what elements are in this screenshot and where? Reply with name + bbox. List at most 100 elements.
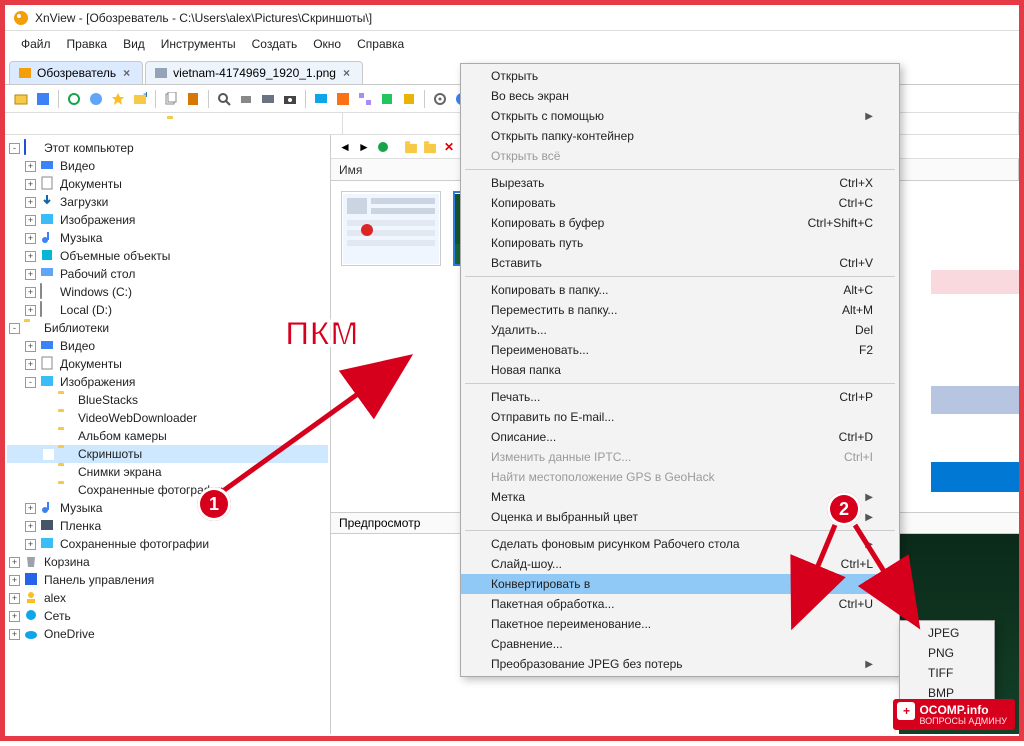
context-menu-item[interactable]: КопироватьCtrl+C <box>461 193 899 213</box>
toolbar-convert-icon[interactable] <box>333 89 353 109</box>
tab-close-icon[interactable]: × <box>341 66 352 80</box>
context-menu-item[interactable]: Описание...Ctrl+D <box>461 427 899 447</box>
tree-expand-icon[interactable]: + <box>25 305 36 316</box>
tree-item[interactable]: +Документы <box>7 355 328 373</box>
menu-справка[interactable]: Справка <box>351 35 410 53</box>
submenu-item-png[interactable]: PNG <box>900 643 994 663</box>
menu-вид[interactable]: Вид <box>117 35 151 53</box>
menu-окно[interactable]: Окно <box>307 35 347 53</box>
tree-item[interactable]: -Изображения <box>7 373 328 391</box>
toolbar-camera-icon[interactable] <box>280 89 300 109</box>
context-menu-item[interactable]: Печать...Ctrl+P <box>461 387 899 407</box>
nav-back-icon[interactable]: ◄ <box>337 139 353 155</box>
submenu-item-jpeg[interactable]: JPEG <box>900 623 994 643</box>
context-menu-item[interactable]: Открыть с помощью▶ <box>461 106 899 126</box>
toolbar-misc-icon[interactable] <box>377 89 397 109</box>
tree-item[interactable]: +Видео <box>7 337 328 355</box>
tree-item[interactable]: Скриншоты <box>7 445 328 463</box>
tab-close-icon[interactable]: × <box>121 66 132 80</box>
tree-item[interactable]: Альбом камеры <box>7 427 328 445</box>
toolbar-add-icon[interactable]: + <box>130 89 150 109</box>
tree-item[interactable]: BlueStacks <box>7 391 328 409</box>
context-menu-item[interactable]: Во весь экран <box>461 86 899 106</box>
tree-expand-icon[interactable]: + <box>25 521 36 532</box>
toolbar-save-icon[interactable] <box>33 89 53 109</box>
tree-expand-icon[interactable]: + <box>25 215 36 226</box>
tree-item[interactable]: +Музыка <box>7 229 328 247</box>
tree-expand-icon[interactable]: + <box>25 503 36 514</box>
context-menu-item[interactable]: Открыть папку-контейнер <box>461 126 899 146</box>
tree-item[interactable]: +Local (D:) <box>7 301 328 319</box>
tree-item[interactable]: -Библиотеки <box>7 319 328 337</box>
tab[interactable]: Обозреватель× <box>9 61 143 84</box>
submenu-item-tiff[interactable]: TIFF <box>900 663 994 683</box>
tree-item[interactable]: +alex <box>7 589 328 607</box>
context-menu-item[interactable]: Копировать в буферCtrl+Shift+C <box>461 213 899 233</box>
context-menu-item[interactable]: Преобразование JPEG без потерь▶ <box>461 654 899 674</box>
toolbar-open-icon[interactable] <box>11 89 31 109</box>
toolbar-batch-icon[interactable] <box>355 89 375 109</box>
nav-up-icon[interactable] <box>375 139 391 155</box>
context-menu-item[interactable]: Новая папка <box>461 360 899 380</box>
tree-item[interactable]: +Музыка <box>7 499 328 517</box>
toolbar-misc2-icon[interactable] <box>399 89 419 109</box>
context-menu-item[interactable]: Отправить по E-mail... <box>461 407 899 427</box>
tree-item[interactable]: Сохраненные фотографии <box>7 481 328 499</box>
toolbar-copy-icon[interactable] <box>161 89 181 109</box>
context-menu-item[interactable]: Конвертировать в▶ <box>461 574 899 594</box>
tree-expand-icon[interactable]: + <box>9 575 20 586</box>
folder-tree[interactable]: -Этот компьютер+Видео+Документы+Загрузки… <box>5 135 331 734</box>
context-menu-item[interactable]: Слайд-шоу...Ctrl+L <box>461 554 899 574</box>
tree-expand-icon[interactable]: + <box>9 593 20 604</box>
nav-newfolder-icon[interactable] <box>422 139 438 155</box>
toolbar-print-icon[interactable] <box>236 89 256 109</box>
toolbar-paste-icon[interactable] <box>183 89 203 109</box>
tree-expand-icon[interactable]: + <box>25 161 36 172</box>
toolbar-refresh-icon[interactable] <box>64 89 84 109</box>
tree-item[interactable]: +OneDrive <box>7 625 328 643</box>
toolbar-world-icon[interactable] <box>86 89 106 109</box>
tree-item[interactable]: +Объемные объекты <box>7 247 328 265</box>
tree-item[interactable]: +Панель управления <box>7 571 328 589</box>
tree-expand-icon[interactable]: + <box>25 287 36 298</box>
toolbar-scan-icon[interactable] <box>258 89 278 109</box>
menu-файл[interactable]: Файл <box>15 35 57 53</box>
tree-item[interactable]: +Корзина <box>7 553 328 571</box>
tree-item[interactable]: +Видео <box>7 157 328 175</box>
tree-expand-icon[interactable]: + <box>25 539 36 550</box>
tree-expand-icon[interactable]: + <box>9 611 20 622</box>
context-menu-item[interactable]: Копировать путь <box>461 233 899 253</box>
nav-folder-icon[interactable] <box>403 139 419 155</box>
context-menu-item[interactable]: Переименовать...F2 <box>461 340 899 360</box>
toolbar-star-icon[interactable] <box>108 89 128 109</box>
tree-item[interactable]: VideoWebDownloader <box>7 409 328 427</box>
toolbar-search-icon[interactable] <box>214 89 234 109</box>
tree-expand-icon[interactable]: + <box>25 197 36 208</box>
tree-item[interactable]: Снимки экрана <box>7 463 328 481</box>
tree-item[interactable]: +Рабочий стол <box>7 265 328 283</box>
tree-expand-icon[interactable]: + <box>25 269 36 280</box>
context-menu[interactable]: ОткрытьВо весь экранОткрыть с помощью▶От… <box>460 63 900 677</box>
tab[interactable]: vietnam-4174969_1920_1.png× <box>145 61 363 84</box>
context-menu-item[interactable]: Открыть <box>461 66 899 86</box>
toolbar-settings-icon[interactable] <box>430 89 450 109</box>
tree-expand-icon[interactable]: + <box>25 233 36 244</box>
tree-expand-icon[interactable]: + <box>25 179 36 190</box>
context-menu-item[interactable]: ВставитьCtrl+V <box>461 253 899 273</box>
context-menu-item[interactable]: ВырезатьCtrl+X <box>461 173 899 193</box>
menu-правка[interactable]: Правка <box>61 35 114 53</box>
tree-expand-icon[interactable]: - <box>9 143 20 154</box>
tree-expand-icon[interactable]: + <box>25 359 36 370</box>
tree-item[interactable]: +Windows (C:) <box>7 283 328 301</box>
tree-expand-icon[interactable]: + <box>9 557 20 568</box>
convert-submenu[interactable]: JPEGPNGTIFFBMP <box>899 620 995 706</box>
menu-создать[interactable]: Создать <box>246 35 304 53</box>
tree-expand-icon[interactable]: - <box>25 377 36 388</box>
tree-item[interactable]: +Сеть <box>7 607 328 625</box>
context-menu-item[interactable]: Копировать в папку...Alt+C <box>461 280 899 300</box>
context-menu-item[interactable]: Удалить...Del <box>461 320 899 340</box>
context-menu-item[interactable]: Переместить в папку...Alt+M <box>461 300 899 320</box>
tree-expand-icon[interactable]: + <box>9 629 20 640</box>
tree-item[interactable]: +Изображения <box>7 211 328 229</box>
context-menu-item[interactable]: Пакетная обработка...Ctrl+U <box>461 594 899 614</box>
